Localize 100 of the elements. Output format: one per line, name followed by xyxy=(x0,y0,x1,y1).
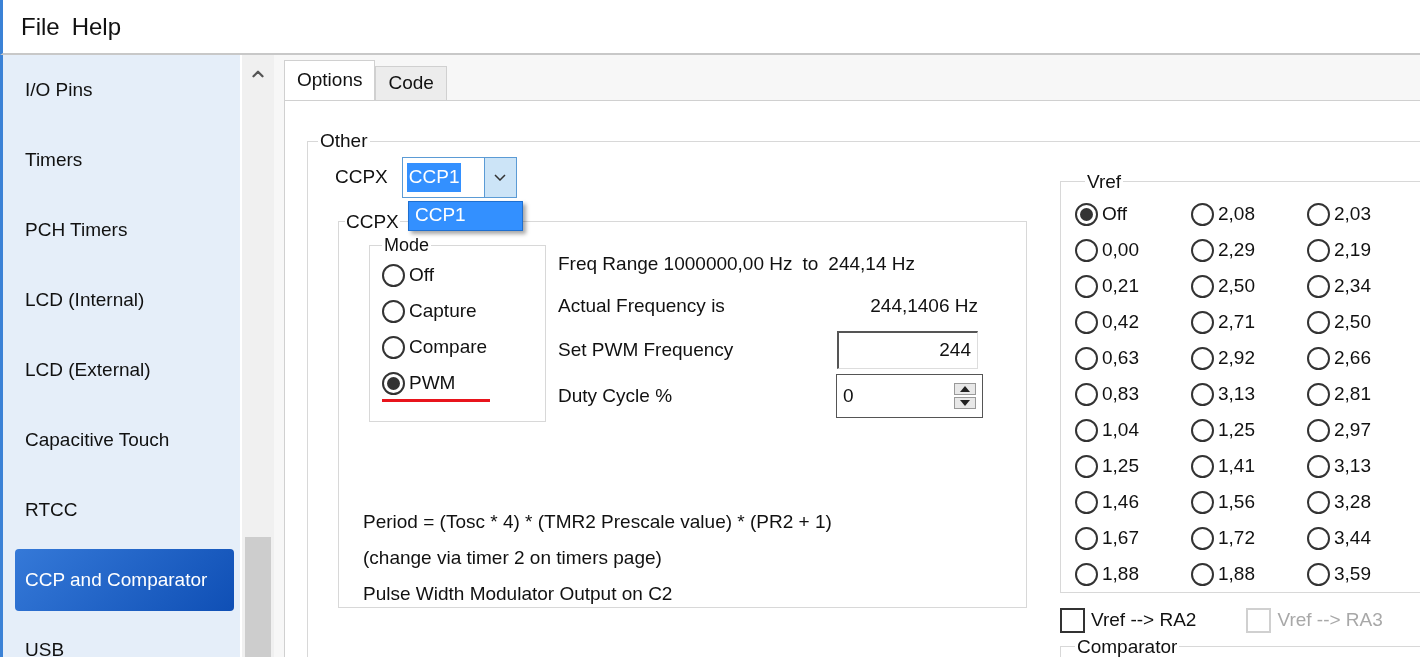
radio-button[interactable] xyxy=(1191,526,1214,550)
radio-label: 0,83 xyxy=(1102,381,1139,406)
radio-label: 3,28 xyxy=(1334,489,1371,514)
radio-button[interactable] xyxy=(1307,310,1330,334)
radio-button[interactable] xyxy=(1075,238,1098,262)
field-label: Duty Cycle % xyxy=(558,383,673,408)
radio-label: 1,04 xyxy=(1102,417,1139,442)
radio-button[interactable] xyxy=(1191,346,1214,370)
radio-button[interactable] xyxy=(1075,454,1098,478)
radio-button[interactable] xyxy=(1191,202,1214,226)
group-title: Comparator xyxy=(1076,636,1179,657)
scrollbar[interactable] xyxy=(242,55,274,657)
radio-button[interactable] xyxy=(1075,310,1098,334)
radio-button[interactable] xyxy=(1075,562,1098,586)
sidebar-item[interactable]: I/O Pins xyxy=(15,59,234,121)
radio-button[interactable] xyxy=(1191,274,1214,298)
sidebar-item[interactable]: RTCC xyxy=(15,479,234,541)
radio-label: 2,03 xyxy=(1334,201,1371,226)
dropdown-value: CCP1 xyxy=(406,163,462,192)
radio-button[interactable] xyxy=(382,299,405,323)
radio-button[interactable] xyxy=(1075,382,1098,406)
radio-button[interactable] xyxy=(1191,418,1214,442)
frequency-range-to: to xyxy=(802,251,819,276)
radio-button[interactable] xyxy=(1075,526,1098,550)
group-title: Mode xyxy=(383,234,431,257)
radio-button[interactable] xyxy=(1307,526,1330,550)
radio-button[interactable] xyxy=(1307,382,1330,406)
sidebar-item[interactable]: Timers xyxy=(15,129,234,191)
radio-button[interactable] xyxy=(1307,490,1330,514)
radio-button[interactable] xyxy=(382,335,405,359)
group-title: Other xyxy=(319,129,369,153)
sidebar-item[interactable]: USB xyxy=(15,619,234,657)
sidebar-item[interactable]: PCH Timers xyxy=(15,199,234,261)
radio-label: 0,21 xyxy=(1102,273,1139,298)
radio-button[interactable] xyxy=(1075,418,1098,442)
spin-up-icon[interactable] xyxy=(954,383,976,395)
radio-button[interactable] xyxy=(382,263,405,287)
checkbox-label: Vref --> RA2 xyxy=(1091,608,1197,633)
radio-label: 2,71 xyxy=(1218,309,1255,334)
spin-down-icon[interactable] xyxy=(954,397,976,409)
radio-button[interactable] xyxy=(1307,562,1330,586)
radio-button[interactable] xyxy=(1075,490,1098,514)
group-title: CCPX xyxy=(345,209,400,234)
tab[interactable]: Options xyxy=(284,60,376,100)
radio-label: Off xyxy=(1102,201,1127,226)
radio-button[interactable] xyxy=(1191,490,1214,514)
radio-button[interactable] xyxy=(1075,202,1098,226)
radio-button[interactable] xyxy=(1191,454,1214,478)
radio-button[interactable] xyxy=(1307,418,1330,442)
radio-label: 1,67 xyxy=(1102,525,1139,550)
radio-label: Compare xyxy=(409,334,488,359)
note-text: (change via timer 2 on timers page) xyxy=(363,545,663,570)
sidebar-item[interactable]: CCP and Comparator xyxy=(15,549,234,611)
radio-label: 2,50 xyxy=(1218,273,1255,298)
radio-label: 2,50 xyxy=(1334,309,1371,334)
radio-button[interactable] xyxy=(1307,274,1330,298)
radio-label: 0,42 xyxy=(1102,309,1139,334)
radio-label: 3,13 xyxy=(1218,381,1255,406)
sidebar-item[interactable]: LCD (Internal) xyxy=(15,269,234,331)
radio-button[interactable] xyxy=(1075,346,1098,370)
radio-button[interactable] xyxy=(1191,382,1214,406)
sidebar-item[interactable]: LCD (External) xyxy=(15,339,234,401)
radio-label: 2,08 xyxy=(1218,201,1255,226)
radio-label: 1,46 xyxy=(1102,489,1139,514)
radio-button[interactable] xyxy=(1191,310,1214,334)
radio-button[interactable] xyxy=(1191,238,1214,262)
radio-button[interactable] xyxy=(1307,454,1330,478)
frequency-range-label: Freq Range 1000000,00 Hz xyxy=(558,251,793,276)
sidebar-item[interactable]: Capacitive Touch xyxy=(15,409,234,471)
radio-label: Capture xyxy=(409,298,477,323)
radio-label: 1,56 xyxy=(1218,489,1255,514)
radio-label: 2,19 xyxy=(1334,237,1371,262)
group-title: Vref xyxy=(1086,169,1123,194)
radio-label: 3,44 xyxy=(1334,525,1371,550)
checkbox[interactable] xyxy=(1060,608,1085,633)
actual-frequency-value: 244,1406 Hz xyxy=(870,293,978,318)
duty-cycle-spinner[interactable]: 0 xyxy=(836,374,983,418)
radio-button[interactable] xyxy=(1191,562,1214,586)
note-text: Pulse Width Modulator Output on C2 xyxy=(363,581,674,606)
frequency-range-value: 244,14 Hz xyxy=(828,251,915,276)
radio-button[interactable] xyxy=(1307,346,1330,370)
radio-label: 1,25 xyxy=(1218,417,1255,442)
radio-label: 2,92 xyxy=(1218,345,1255,370)
radio-button[interactable] xyxy=(1307,202,1330,226)
radio-label: 2,34 xyxy=(1334,273,1371,298)
menu-item[interactable]: File xyxy=(21,8,60,45)
actual-frequency-label: Actual Frequency is xyxy=(558,293,725,318)
radio-label: 3,13 xyxy=(1334,453,1371,478)
scrollbar-thumb[interactable] xyxy=(245,537,271,657)
radio-button[interactable] xyxy=(1307,238,1330,262)
radio-label: Off xyxy=(409,262,434,287)
radio-label: 1,72 xyxy=(1218,525,1255,550)
tab[interactable]: Code xyxy=(375,66,447,100)
radio-button[interactable] xyxy=(382,371,405,395)
radio-button[interactable] xyxy=(1075,274,1098,298)
radio-label: 3,59 xyxy=(1334,561,1371,586)
radio-label: 1,41 xyxy=(1218,453,1255,478)
frequency-field[interactable]: 244 xyxy=(837,331,978,369)
menu-item[interactable]: Help xyxy=(71,8,122,45)
note-text: Period = (Tosc * 4) * (TMR2 Prescale value) * (PR2 + 1) xyxy=(363,509,833,534)
